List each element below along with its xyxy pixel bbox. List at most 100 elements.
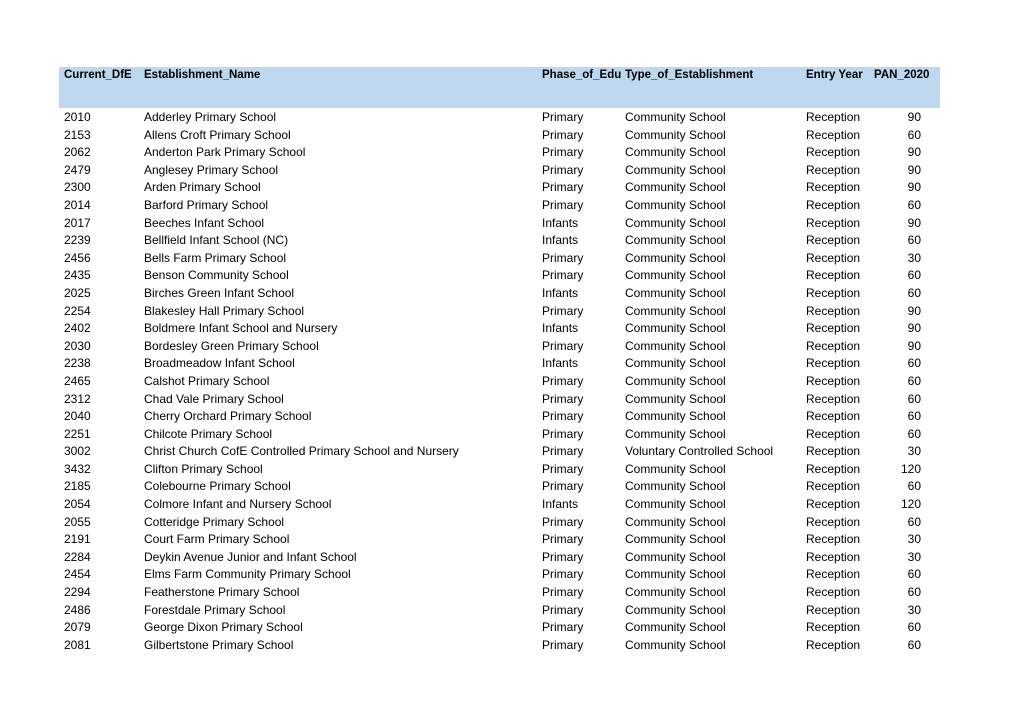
table-row[interactable]: 2435 Benson Community School Primary Commun… — [59, 267, 940, 285]
cell-dfe[interactable]: 2238 — [64, 357, 91, 370]
header-type-of-establishment[interactable]: Type_of_Establishment — [625, 69, 753, 82]
cell-phase[interactable]: Primary — [542, 252, 622, 265]
cell-dfe[interactable]: 2153 — [64, 128, 91, 142]
cell-entry-year[interactable]: Reception — [806, 515, 860, 529]
cell-entry-year[interactable]: Reception — [806, 286, 860, 300]
cell-pan[interactable]: 60 — [885, 621, 921, 634]
cell-entry-year[interactable]: Reception — [806, 427, 860, 441]
cell-pan[interactable]: 90 — [885, 111, 921, 124]
cell-dfe[interactable]: 2486 — [64, 603, 91, 617]
cell-entry-year[interactable]: Reception — [806, 111, 860, 124]
cell-dfe[interactable]: 2251 — [64, 427, 91, 441]
cell-establishment-name[interactable]: Adderley Primary School — [144, 111, 276, 124]
cell-type[interactable]: Community School — [625, 550, 726, 564]
cell-entry-year[interactable]: Reception — [806, 586, 860, 599]
cell-establishment-name[interactable]: Calshot Primary School — [144, 374, 269, 388]
cell-phase[interactable]: Primary — [542, 463, 622, 476]
cell-entry-year[interactable]: Reception — [806, 163, 860, 177]
cell-pan[interactable]: 60 — [885, 638, 921, 652]
table-row[interactable]: 2254 Blakesley Hall Primary School Primary… — [59, 303, 940, 321]
cell-type[interactable]: Community School — [625, 198, 726, 212]
cell-pan[interactable]: 60 — [885, 480, 921, 493]
cell-entry-year[interactable]: Reception — [806, 146, 860, 159]
cell-phase[interactable]: Primary — [542, 305, 622, 318]
cell-pan[interactable]: 90 — [885, 339, 921, 353]
cell-dfe[interactable]: 2010 — [64, 111, 91, 124]
cell-type[interactable]: Community School — [625, 427, 726, 441]
cell-dfe[interactable]: 2185 — [64, 480, 91, 493]
cell-establishment-name[interactable]: Birches Green Infant School — [144, 286, 294, 300]
cell-phase[interactable]: Primary — [542, 621, 622, 634]
cell-pan[interactable]: 60 — [885, 269, 921, 282]
table-row[interactable]: 2239 Bellfield Infant School (NC) Infants C… — [59, 232, 940, 250]
cell-dfe[interactable]: 2055 — [64, 515, 91, 529]
cell-dfe[interactable]: 2030 — [64, 339, 91, 353]
cell-type[interactable]: Voluntary Controlled School — [625, 445, 773, 458]
cell-phase[interactable]: Infants — [542, 322, 622, 335]
cell-pan[interactable]: 60 — [885, 410, 921, 423]
cell-dfe[interactable]: 2284 — [64, 550, 91, 564]
cell-entry-year[interactable]: Reception — [806, 410, 860, 423]
cell-type[interactable]: Community School — [625, 374, 726, 388]
cell-phase[interactable]: Primary — [542, 516, 622, 529]
cell-establishment-name[interactable]: Bells Farm Primary School — [144, 251, 286, 265]
cell-dfe[interactable]: 2300 — [64, 181, 91, 194]
cell-phase[interactable]: Infants — [542, 498, 622, 511]
cell-establishment-name[interactable]: Christ Church CofE Controlled Primary Sc… — [144, 445, 459, 458]
cell-establishment-name[interactable]: Allens Croft Primary School — [144, 128, 291, 142]
cell-entry-year[interactable]: Reception — [806, 638, 860, 652]
cell-dfe[interactable]: 2294 — [64, 586, 91, 599]
cell-dfe[interactable]: 2079 — [64, 621, 91, 634]
cell-type[interactable]: Community School — [625, 111, 726, 124]
cell-dfe[interactable]: 2402 — [64, 322, 91, 335]
cell-type[interactable]: Community School — [625, 181, 726, 194]
cell-entry-year[interactable]: Reception — [806, 251, 860, 265]
cell-entry-year[interactable]: Reception — [806, 374, 860, 388]
cell-type[interactable]: Community School — [625, 128, 726, 142]
cell-pan[interactable]: 30 — [885, 445, 921, 458]
cell-establishment-name[interactable]: Anderton Park Primary School — [144, 146, 305, 159]
cell-pan[interactable]: 90 — [885, 146, 921, 159]
table-row[interactable]: 2456 Bells Farm Primary School Primary Comm… — [59, 250, 940, 268]
cell-establishment-name[interactable]: Colebourne Primary School — [144, 480, 291, 493]
cell-dfe[interactable]: 2054 — [64, 498, 91, 511]
cell-entry-year[interactable]: Reception — [806, 568, 860, 581]
table-row[interactable]: 2300 Arden Primary School Primary Community… — [59, 179, 940, 197]
cell-type[interactable]: Community School — [625, 146, 726, 159]
cell-type[interactable]: Community School — [625, 568, 726, 581]
cell-entry-year[interactable]: Reception — [806, 357, 860, 370]
cell-dfe[interactable]: 2312 — [64, 392, 91, 406]
table-row[interactable]: 2025 Birches Green Infant School Infants Co… — [59, 285, 940, 303]
cell-dfe[interactable]: 2465 — [64, 374, 91, 388]
header-establishment-name[interactable]: Establishment_Name — [144, 69, 260, 82]
cell-entry-year[interactable]: Reception — [806, 603, 860, 617]
table-row[interactable]: 2055 Cotteridge Primary School Primary Comm… — [59, 514, 940, 532]
cell-type[interactable]: Community School — [625, 339, 726, 353]
cell-establishment-name[interactable]: Anglesey Primary School — [144, 163, 278, 177]
cell-entry-year[interactable]: Reception — [806, 498, 860, 511]
table-row[interactable]: 2465 Calshot Primary School Primary Communi… — [59, 373, 940, 391]
table-row[interactable]: 2402 Boldmere Infant School and Nursery In… — [59, 320, 940, 338]
cell-phase[interactable]: Primary — [542, 393, 622, 406]
table-row[interactable]: 3432 Clifton Primary School Primary Communi… — [59, 461, 940, 479]
cell-entry-year[interactable]: Reception — [806, 621, 860, 634]
cell-phase[interactable]: Primary — [542, 129, 622, 142]
cell-type[interactable]: Community School — [625, 621, 726, 634]
cell-type[interactable]: Community School — [625, 251, 726, 265]
cell-pan[interactable]: 30 — [885, 550, 921, 564]
cell-phase[interactable]: Primary — [542, 428, 622, 441]
cell-pan[interactable]: 90 — [885, 216, 921, 230]
cell-entry-year[interactable]: Reception — [806, 304, 860, 318]
cell-type[interactable]: Community School — [625, 533, 726, 546]
cell-establishment-name[interactable]: Cotteridge Primary School — [144, 515, 284, 529]
cell-establishment-name[interactable]: Barford Primary School — [144, 198, 268, 212]
table-row[interactable]: 2040 Cherry Orchard Primary School Primary… — [59, 408, 940, 426]
cell-entry-year[interactable]: Reception — [806, 234, 860, 247]
cell-dfe[interactable]: 2081 — [64, 638, 91, 652]
cell-establishment-name[interactable]: Gilbertstone Primary School — [144, 638, 293, 652]
table-row[interactable]: 2454 Elms Farm Community Primary School Pr… — [59, 566, 940, 584]
cell-dfe[interactable]: 2435 — [64, 269, 91, 282]
cell-type[interactable]: Community School — [625, 515, 726, 529]
table-row[interactable]: 2312 Chad Vale Primary School Primary Commu… — [59, 391, 940, 409]
table-row[interactable]: 2017 Beeches Infant School Infants Communit… — [59, 215, 940, 233]
